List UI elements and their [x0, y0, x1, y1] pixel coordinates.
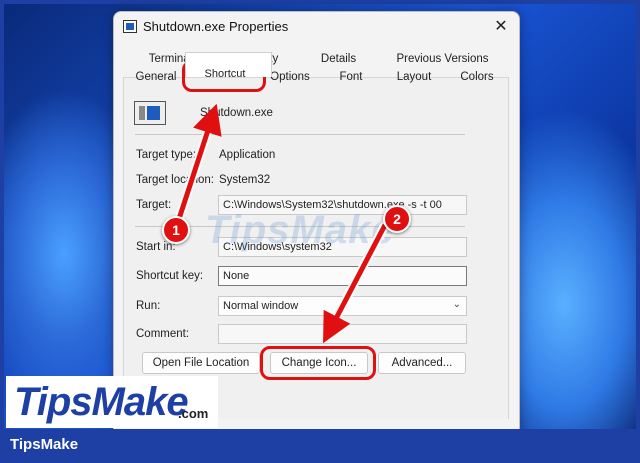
footer-brand: TipsMake [10, 436, 79, 453]
logo-wordmark: TipsMake [14, 380, 189, 424]
step-badge-1: 1 [162, 216, 190, 244]
logo-suffix: .com [178, 406, 209, 421]
footer-bar: TipsMake [0, 429, 640, 463]
tab-shortcut[interactable]: Shortcut [190, 68, 260, 80]
brand-logo: TipsMake .com [6, 376, 218, 428]
step-badge-2: 2 [383, 205, 411, 233]
